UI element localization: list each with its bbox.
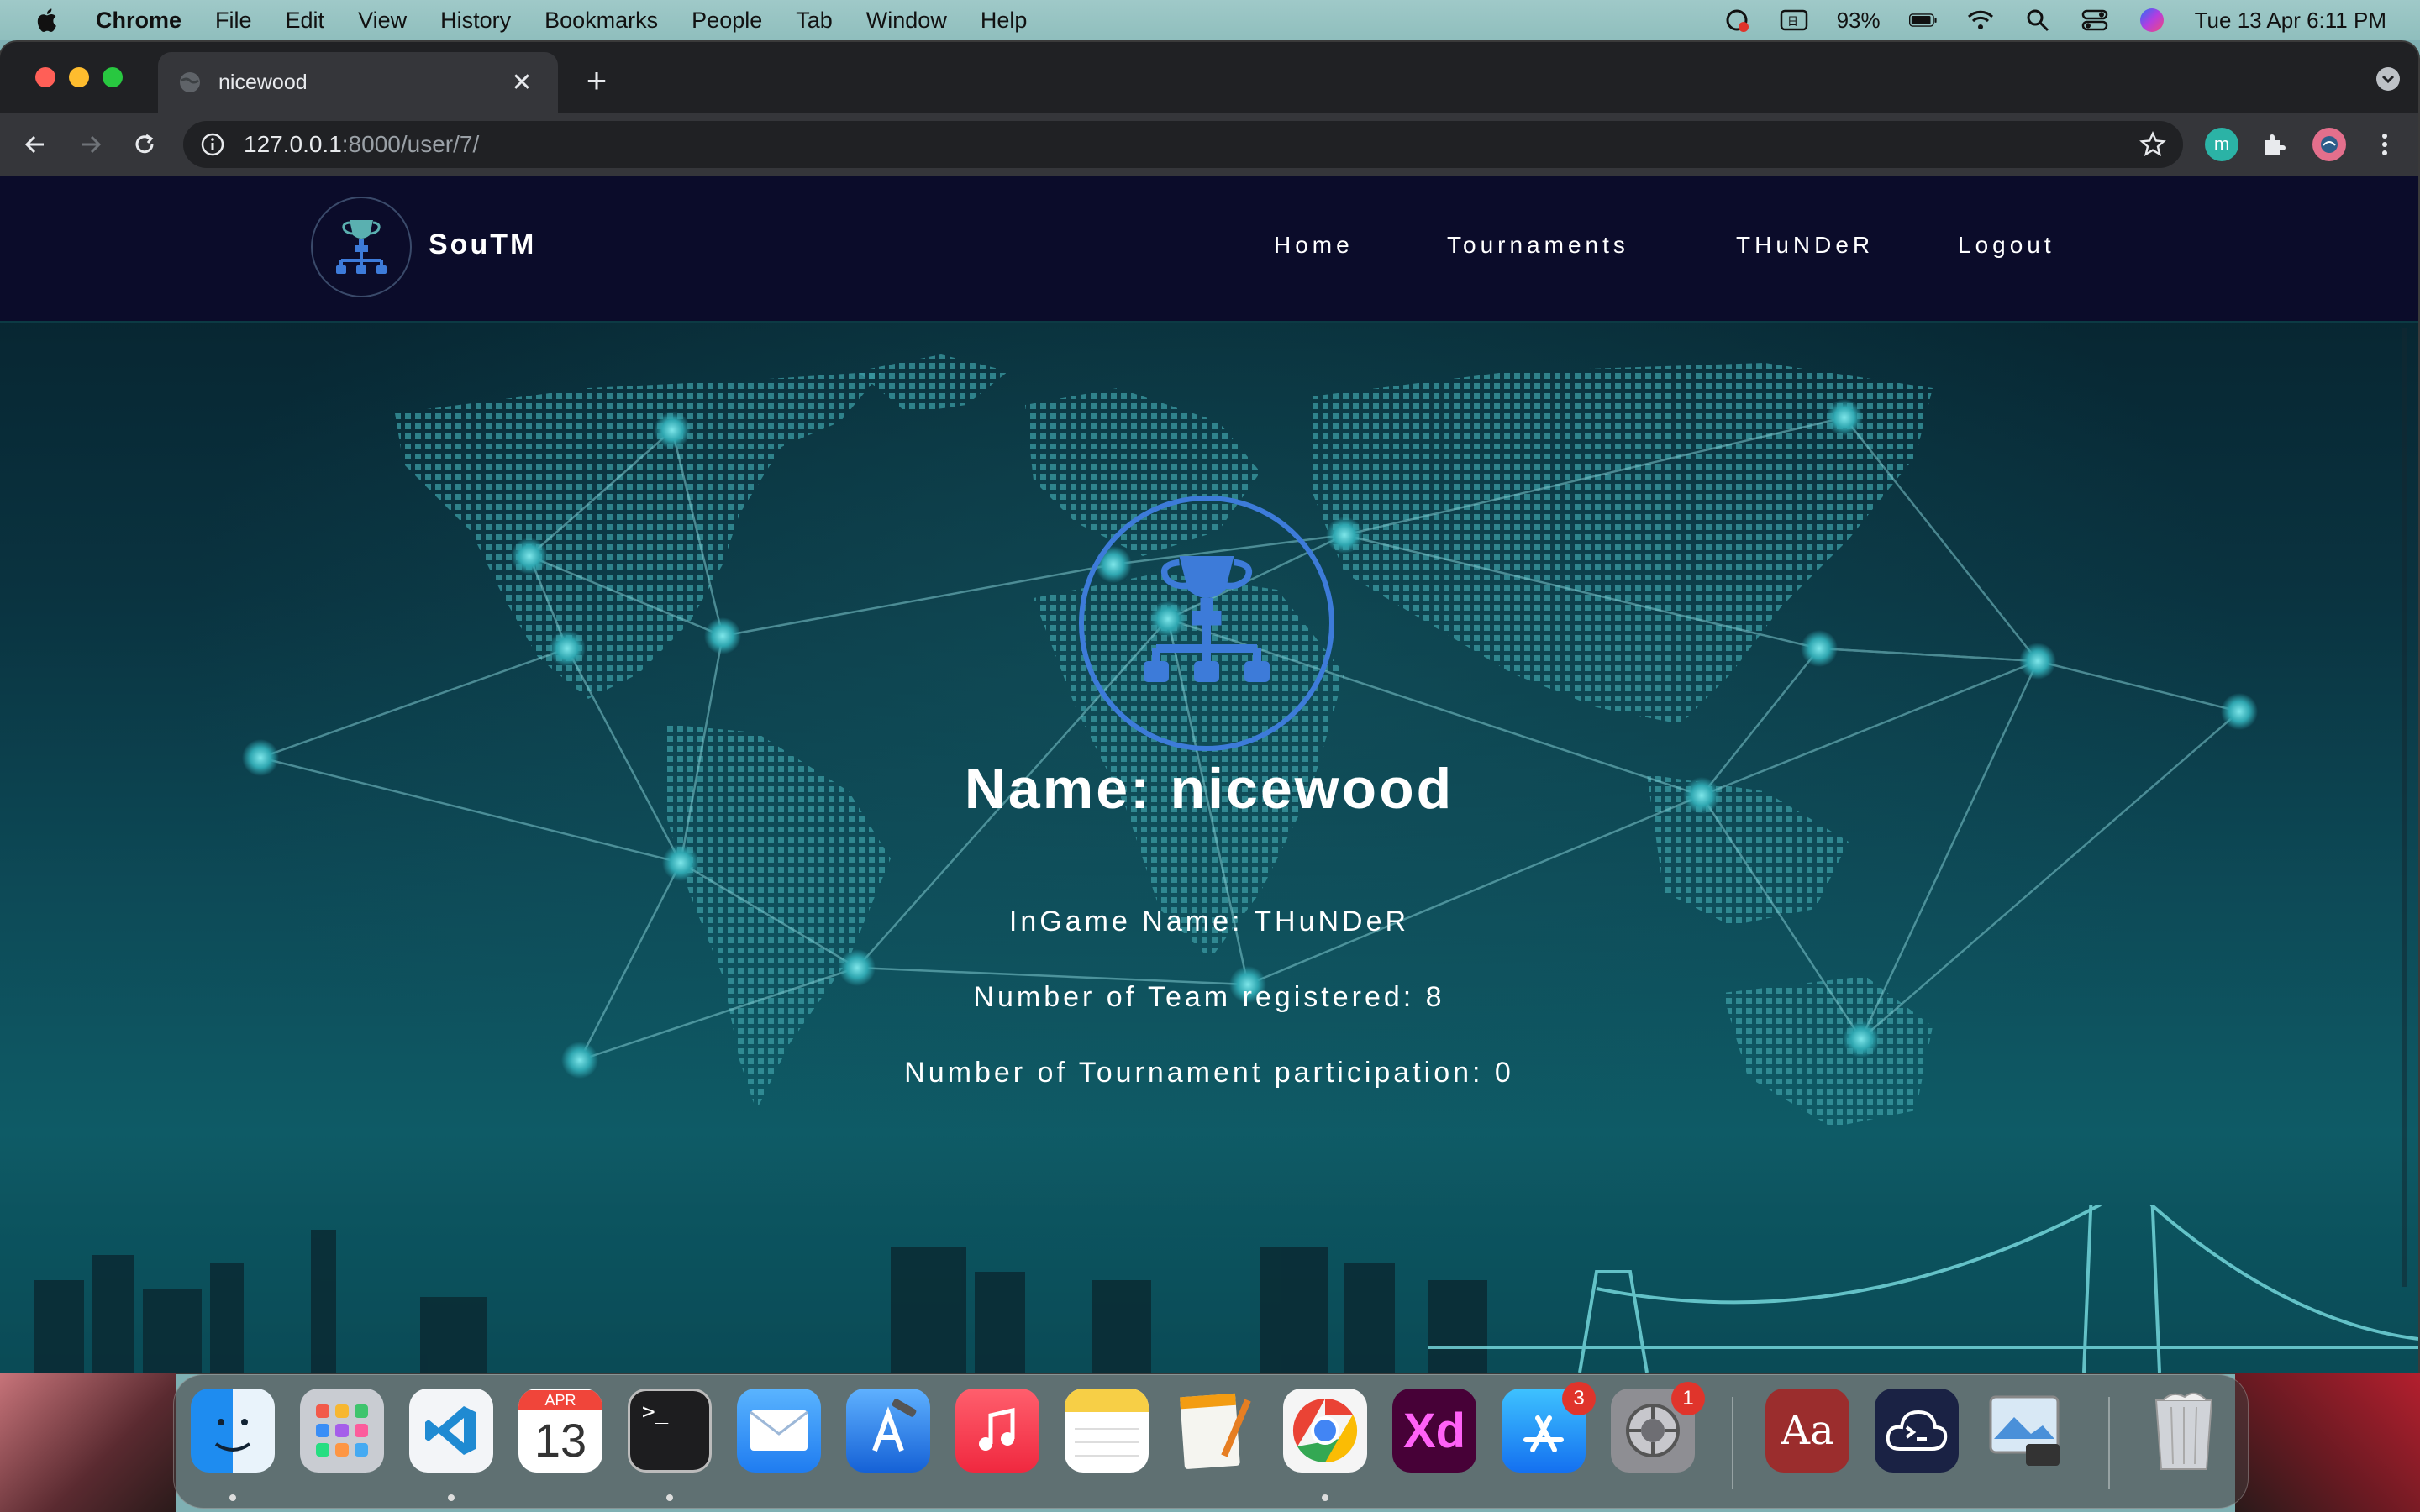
url-text[interactable]: 127.0.0.1:8000/user/7/ — [244, 131, 479, 158]
xcode-icon[interactable] — [846, 1389, 930, 1473]
app-store-badge: 3 — [1562, 1382, 1596, 1415]
new-tab-button[interactable]: + — [578, 62, 615, 99]
notes-icon[interactable] — [1065, 1389, 1149, 1473]
trash-icon[interactable] — [2142, 1389, 2226, 1473]
nav-logout[interactable]: Logout — [1958, 232, 2055, 259]
vscode-icon[interactable] — [409, 1389, 493, 1473]
chrome-icon[interactable] — [1283, 1389, 1367, 1473]
dock-separator — [2108, 1397, 2110, 1489]
adobe-xd-icon[interactable]: Xd — [1392, 1389, 1476, 1473]
profile-teams-count: Number of Team registered: 8 — [973, 981, 1445, 1013]
trophy-bracket-icon — [336, 220, 387, 274]
site-navbar: SouTM Home Tournaments THuNDeR Logout — [0, 176, 2418, 323]
dock: APR 13 >_ Xd 3 1 Aa — [173, 1374, 2249, 1509]
nav-home[interactable]: Home — [1274, 232, 1354, 259]
terminal-icon[interactable]: >_ — [628, 1389, 712, 1473]
menu-bar: Chrome File Edit View History Bookmarks … — [0, 0, 2420, 40]
menu-app-name[interactable]: Chrome — [96, 8, 182, 34]
profile-tournaments-count: Number of Tournament participation: 0 — [904, 1057, 1514, 1089]
mail-icon[interactable] — [737, 1389, 821, 1473]
vscode-running-indicator — [448, 1494, 455, 1501]
back-button[interactable] — [17, 126, 54, 163]
desktop-wallpaper-right — [2235, 1373, 2420, 1512]
reload-icon — [135, 134, 154, 154]
chrome-running-indicator — [1322, 1494, 1328, 1501]
terminal-running-indicator — [666, 1494, 673, 1501]
profile-avatar[interactable] — [2312, 128, 2346, 161]
browser-toolbar: 127.0.0.1:8000/user/7/ m — [0, 113, 2418, 176]
clock[interactable]: Tue 13 Apr 6:11 PM — [2195, 8, 2386, 34]
profile-name-heading: Name: nicewood — [964, 757, 1455, 821]
forward-arrow-icon — [82, 135, 102, 154]
menu-tab[interactable]: Tab — [796, 8, 833, 34]
launchpad-icon[interactable] — [300, 1389, 384, 1473]
input-source-icon[interactable]: 日 — [1780, 6, 1808, 34]
system-preferences-badge: 1 — [1671, 1382, 1705, 1415]
menu-file[interactable]: File — [215, 8, 252, 34]
finder-icon[interactable] — [191, 1389, 275, 1473]
wifi-icon[interactable] — [1966, 6, 1995, 34]
brand-name[interactable]: SouTM — [429, 228, 536, 261]
browser-tab[interactable]: nicewood ✕ — [158, 52, 558, 113]
site-info-icon[interactable] — [200, 132, 225, 157]
menu-bookmarks[interactable]: Bookmarks — [544, 8, 658, 34]
close-window-button[interactable] — [35, 67, 55, 87]
adobe-xd-label: Xd — [1402, 1403, 1466, 1458]
menu-help[interactable]: Help — [981, 8, 1028, 34]
tab-strip: nicewood ✕ + — [0, 42, 2418, 113]
globe-icon — [180, 72, 200, 92]
url-host: 127.0.0.1 — [244, 131, 342, 157]
dictionary-label: Aa — [1781, 1407, 1834, 1454]
bookmark-star-icon[interactable] — [2139, 131, 2166, 158]
apple-icon[interactable] — [34, 6, 62, 34]
preview-icon[interactable] — [1984, 1389, 2068, 1473]
spotlight-search-icon[interactable] — [2023, 6, 2052, 34]
menu-window[interactable]: Window — [866, 8, 947, 34]
calendar-day: 13 — [534, 1414, 587, 1467]
menu-people[interactable]: People — [692, 8, 762, 34]
svg-text:日: 日 — [1787, 16, 1798, 29]
creative-cloud-icon[interactable] — [1723, 6, 1751, 34]
menu-view[interactable]: View — [358, 8, 407, 34]
pages-icon[interactable] — [1174, 1389, 1258, 1473]
zoom-window-button[interactable] — [103, 67, 123, 87]
battery-icon[interactable] — [1908, 6, 1938, 34]
trophy-bracket-icon — [1144, 556, 1270, 682]
nav-tournaments[interactable]: Tournaments — [1447, 232, 1629, 259]
back-arrow-icon — [24, 135, 44, 154]
music-icon[interactable] — [955, 1389, 1039, 1473]
profile-ingame-name: InGame Name: THuNDeR — [1008, 906, 1410, 937]
browser-window: nicewood ✕ + 127.0.0.1:8000/user/7/ m So… — [0, 42, 2418, 1373]
calendar-month: APR — [518, 1390, 602, 1410]
web-page: SouTM Home Tournaments THuNDeR Logout Na… — [0, 176, 2418, 1373]
brand-logo[interactable] — [311, 197, 412, 297]
nav-user-profile[interactable]: THuNDeR — [1736, 232, 1874, 259]
profile-emblem — [1079, 496, 1334, 751]
dock-separator — [1732, 1397, 1733, 1489]
cloud-shell-app-icon[interactable] — [1875, 1389, 1959, 1473]
forward-button[interactable] — [72, 126, 109, 163]
calendar-icon[interactable]: APR 13 — [518, 1389, 602, 1473]
reload-button[interactable] — [126, 126, 163, 163]
address-bar[interactable]: 127.0.0.1:8000/user/7/ — [183, 121, 2183, 168]
menu-edit[interactable]: Edit — [286, 8, 325, 34]
extension-m-icon[interactable]: m — [2205, 128, 2238, 161]
chrome-menu-icon[interactable] — [2368, 128, 2402, 161]
tab-search-icon[interactable] — [2376, 67, 2400, 91]
minimize-window-button[interactable] — [69, 67, 89, 87]
dictionary-icon[interactable]: Aa — [1765, 1389, 1849, 1473]
finder-running-indicator — [229, 1494, 236, 1501]
desktop-wallpaper-left — [0, 1373, 176, 1512]
control-center-icon[interactable] — [2081, 6, 2109, 34]
menu-history[interactable]: History — [440, 8, 511, 34]
url-path: :8000/user/7/ — [341, 131, 480, 157]
status-area: 日 93% Tue 13 Apr 6:11 PM — [1723, 0, 2386, 40]
close-tab-icon[interactable]: ✕ — [509, 68, 534, 97]
siri-icon[interactable] — [2138, 6, 2166, 34]
tab-title: nicewood — [218, 70, 308, 94]
battery-percent: 93% — [1836, 7, 1881, 33]
extensions-puzzle-icon[interactable] — [2257, 128, 2291, 161]
